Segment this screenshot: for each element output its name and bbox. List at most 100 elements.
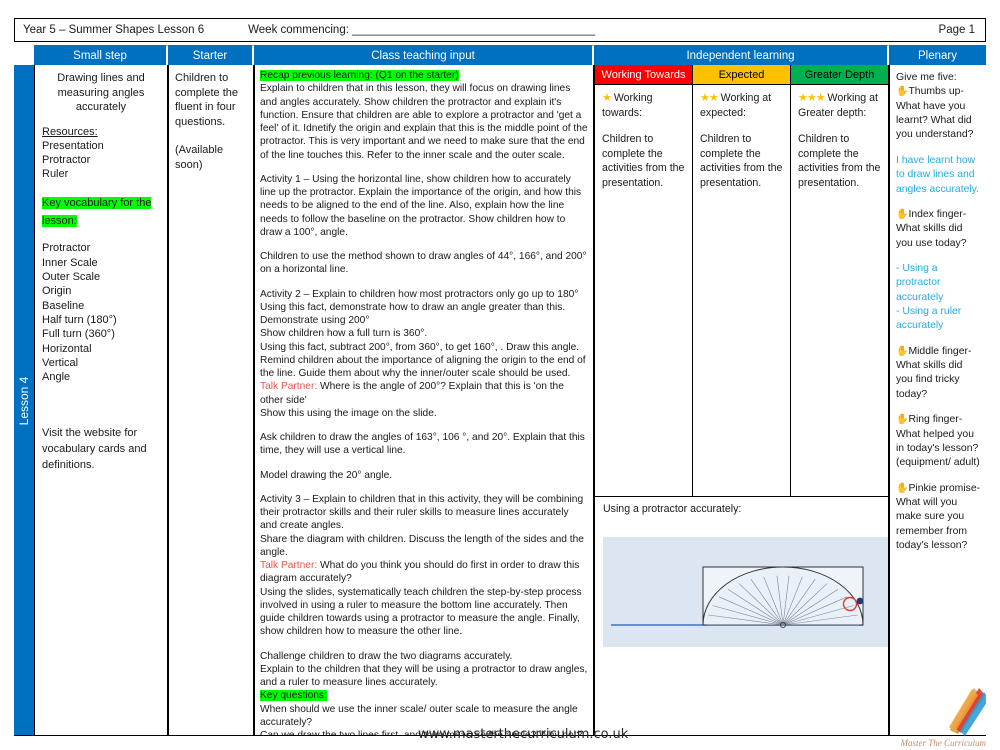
lesson-spine-label: Lesson 4 xyxy=(17,376,31,425)
lesson-grid: Lesson 4 Drawing lines and measuring ang… xyxy=(14,65,986,736)
star-icon: ★★★ xyxy=(798,92,826,104)
teaching-paragraph: Using the slides, systematically teach c… xyxy=(260,586,582,638)
talk-partner-prompt: Talk Partner: What do you think you shou… xyxy=(260,560,580,585)
starter-line-2: (Available soon) xyxy=(175,143,224,171)
teaching-paragraph: Show this using the image on the slide. xyxy=(260,407,437,419)
plenary-prompt: ✋Middle finger- What skills did you find… xyxy=(896,345,972,400)
diagram-caption: Using a protractor accurately: xyxy=(603,503,742,515)
teaching-paragraph: Challenge children to draw the two diagr… xyxy=(260,650,513,662)
highlight-text: Key questions: xyxy=(260,690,327,702)
teaching-paragraph: Ask children to draw the angles of 163°,… xyxy=(260,432,585,457)
teaching-paragraph: When should we use the inner scale/ oute… xyxy=(260,703,578,728)
column-header-row: Small step Starter Class teaching input … xyxy=(14,45,986,65)
differentiation-task-text: Children to complete the activities from… xyxy=(602,133,685,189)
plenary-prompt: ✋Index finger- What skills did you use t… xyxy=(896,208,967,249)
teaching-paragraph: Children to use the method shown to draw… xyxy=(260,251,587,276)
header-independent-learning: Independent learning xyxy=(594,45,889,65)
differentiation-body: ★★★ Working at Greater depth: Children to… xyxy=(791,85,888,190)
plenary-answer-text: - Using a ruler accurately xyxy=(896,306,962,332)
column-plenary: Give me five: ✋Thumbs up- What have you l… xyxy=(889,65,986,735)
teaching-paragraph: Show children how a full turn is 360°. xyxy=(260,328,428,340)
vocabulary-item: Outer Scale xyxy=(42,271,101,284)
lesson-title: Year 5 – Summer Shapes Lesson 6 xyxy=(23,24,205,36)
differentiation-body: ★★ Working at expected: Children to compl… xyxy=(693,85,790,190)
protractor-svg xyxy=(611,566,864,629)
hand-icon: ✋ xyxy=(896,208,909,220)
header-small-step: Small step xyxy=(34,45,168,65)
differentiation-task-text: Children to complete the activities from… xyxy=(700,133,783,189)
header-spacer xyxy=(14,45,34,65)
teaching-paragraph: Using this fact, demonstrate how to draw… xyxy=(260,301,566,313)
key-vocabulary-heading: Key vocabulary for the lesson: xyxy=(42,197,152,228)
vocabulary-item: Baseline xyxy=(42,299,85,312)
starter-line-1: Children to complete the fluent in four … xyxy=(175,72,238,129)
resources-heading: Resources: xyxy=(42,125,98,138)
plenary-heading: Give me five: xyxy=(896,72,957,83)
hand-icon: ✋ xyxy=(896,482,909,494)
resource-item: Protractor xyxy=(42,153,91,166)
lesson-plan-page: Year 5 – Summer Shapes Lesson 6 Week com… xyxy=(0,0,1000,750)
star-icon: ★★ xyxy=(700,92,719,104)
plenary-prompt: ✋Thumbs up- What have you learnt? What d… xyxy=(896,86,974,141)
brand-logo-text: Master The Curriculum xyxy=(900,738,987,748)
week-commencing-field[interactable]: Week commencing: _______________________… xyxy=(248,24,595,36)
vocabulary-list: Protractor Inner Scale Outer Scale Origin Ba… xyxy=(42,241,160,384)
lesson-spine: Lesson 4 xyxy=(14,65,34,735)
vocabulary-item: Full turn (360°) xyxy=(42,328,115,341)
differentiation-columns: Working Towards ★ Working towards: Childre… xyxy=(595,65,888,496)
section-heading-highlighted: Recap previous learning: (Q1 on the star… xyxy=(260,69,588,82)
teaching-paragraph: Can we draw the two lines first, and the… xyxy=(260,729,588,735)
differentiation-task-text: Children to complete the activities from… xyxy=(798,133,881,189)
plenary-prompt: ✋Ring finger- What helped you in today's… xyxy=(896,414,980,469)
teaching-paragraph: Model drawing the 20° angle. xyxy=(260,469,393,481)
vocabulary-item: Vertical xyxy=(42,356,79,369)
talk-partner-label: Talk Partner: xyxy=(260,381,318,393)
differentiation-column: Greater Depth ★★★ Working at Greater dept… xyxy=(791,65,888,496)
column-independent-learning: Working Towards ★ Working towards: Childre… xyxy=(594,65,889,735)
plenary-prompt: ✋Pinkie promise- What will you make sure… xyxy=(896,482,981,552)
section-heading-highlighted: Key questions: xyxy=(260,689,588,702)
vocabulary-item: Horizontal xyxy=(42,342,92,355)
star-icon: ★ xyxy=(602,92,612,104)
resource-item: Presentation xyxy=(42,139,104,152)
plenary-answer-text: - Using a protractor accurately xyxy=(896,262,944,303)
teaching-paragraph: Demonstrate using 200° xyxy=(260,315,370,326)
key-vocabulary-heading-block: Key vocabulary for the lesson: xyxy=(42,193,160,229)
differentiation-subtitle: ★★★ Working at Greater depth: xyxy=(798,92,878,119)
teaching-paragraph: Using this fact, subtract 200°, from 360… xyxy=(260,341,580,353)
vocabulary-item: Inner Scale xyxy=(42,256,98,269)
talk-partner-prompt: Talk Partner: Where is the angle of 200°… xyxy=(260,381,564,406)
hand-icon: ✋ xyxy=(896,86,909,98)
differentiation-header: Greater Depth xyxy=(791,65,888,85)
teaching-paragraph: Explain to children that in this lesson,… xyxy=(260,83,588,161)
vocabulary-item: Protractor xyxy=(42,242,91,255)
teaching-paragraph: Activity 3 – Explain to children that in… xyxy=(260,493,584,532)
protractor-diagram-section: Using a protractor accurately: xyxy=(595,496,888,735)
column-starter: Children to complete the fluent in four … xyxy=(168,65,254,735)
column-small-step: Drawing lines and measuring angles accur… xyxy=(34,65,168,735)
column-class-teaching-input: Recap previous learning: (Q1 on the star… xyxy=(254,65,594,735)
teaching-paragraph: Explain to the children that they will b… xyxy=(260,663,588,688)
differentiation-subtitle: ★ Working towards: xyxy=(602,92,653,119)
differentiation-header: Expected xyxy=(693,65,790,85)
header-starter: Starter xyxy=(168,45,254,65)
document-title-bar: Year 5 – Summer Shapes Lesson 6 Week com… xyxy=(14,18,986,42)
protractor-image xyxy=(603,537,888,647)
small-step-title: Drawing lines and measuring angles accur… xyxy=(57,72,145,114)
teaching-paragraph: Activity 2 – Explain to children how mos… xyxy=(260,288,579,300)
header-class-teaching-input: Class teaching input xyxy=(254,45,594,65)
